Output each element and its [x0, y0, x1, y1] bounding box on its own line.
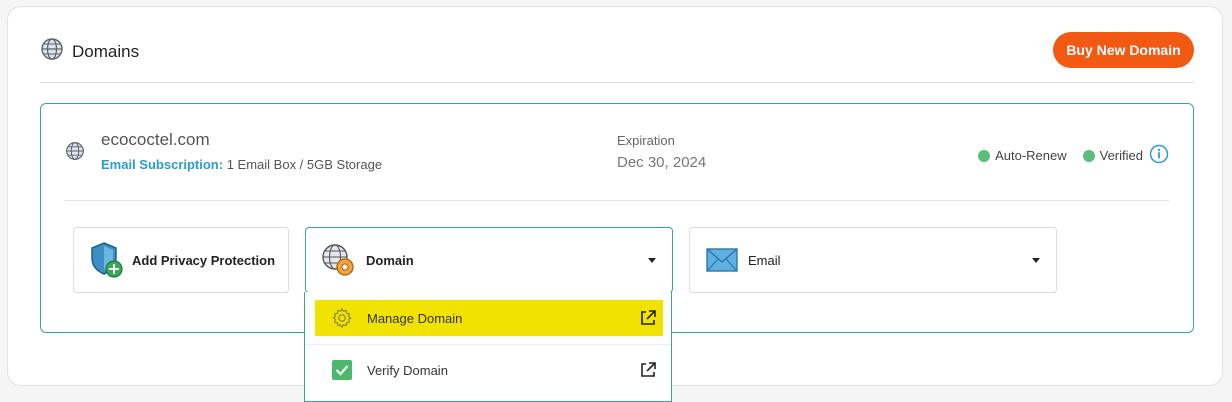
- expiration-value: Dec 30, 2024: [617, 154, 707, 171]
- email-subscription: Email Subscription: 1 Email Box / 5GB St…: [101, 157, 382, 172]
- checkbox-icon: [331, 359, 353, 381]
- status-dot-icon: [1082, 149, 1095, 162]
- status-dot-icon: [978, 149, 991, 162]
- globe-gear-icon: [320, 242, 356, 278]
- domain-globe-icon: [65, 141, 85, 166]
- buy-new-domain-button[interactable]: Buy New Domain: [1053, 32, 1194, 68]
- envelope-icon: [706, 248, 738, 272]
- domain-dropdown[interactable]: Domain: [305, 227, 673, 293]
- status-badges: Auto-Renew Verified: [978, 144, 1169, 167]
- privacy-label: Add Privacy Protection: [132, 252, 276, 268]
- globe-icon: [40, 37, 64, 66]
- email-dropdown[interactable]: Email: [689, 227, 1057, 293]
- status-label: Auto-Renew: [995, 148, 1067, 163]
- status-verified: Verified: [1082, 144, 1169, 167]
- panel-header: Domains Buy New Domain: [40, 29, 1194, 83]
- caret-down-icon: [1032, 258, 1040, 263]
- menu-separator: [305, 344, 671, 345]
- menu-item-verify-domain[interactable]: Verify Domain: [315, 352, 663, 388]
- status-auto-renew: Auto-Renew: [978, 148, 1067, 163]
- add-privacy-protection-button[interactable]: Add Privacy Protection: [73, 227, 289, 293]
- caret-down-icon: [648, 258, 656, 263]
- expiration-label: Expiration: [617, 133, 675, 148]
- domain-dropdown-label: Domain: [366, 252, 414, 268]
- gear-icon: [331, 307, 353, 329]
- card-divider: [65, 200, 1169, 201]
- info-icon[interactable]: [1149, 144, 1169, 167]
- shield-plus-icon: [88, 241, 124, 279]
- menu-item-label: Verify Domain: [367, 362, 448, 378]
- menu-item-manage-domain[interactable]: Manage Domain: [315, 300, 663, 336]
- email-subscription-label: Email Subscription:: [101, 157, 224, 172]
- domain-name: ecococtel.com: [101, 130, 210, 149]
- external-link-icon: [639, 361, 657, 384]
- page-title: Domains: [72, 41, 140, 61]
- email-subscription-value: 1 Email Box / 5GB Storage: [226, 157, 383, 172]
- domain-dropdown-menu: Manage Domain Verify Domain: [304, 292, 672, 402]
- panel-title-wrap: Domains: [40, 37, 139, 66]
- status-label: Verified: [1099, 148, 1143, 163]
- email-dropdown-label: Email: [748, 252, 781, 268]
- external-link-icon: [639, 309, 657, 332]
- menu-item-label: Manage Domain: [367, 310, 463, 326]
